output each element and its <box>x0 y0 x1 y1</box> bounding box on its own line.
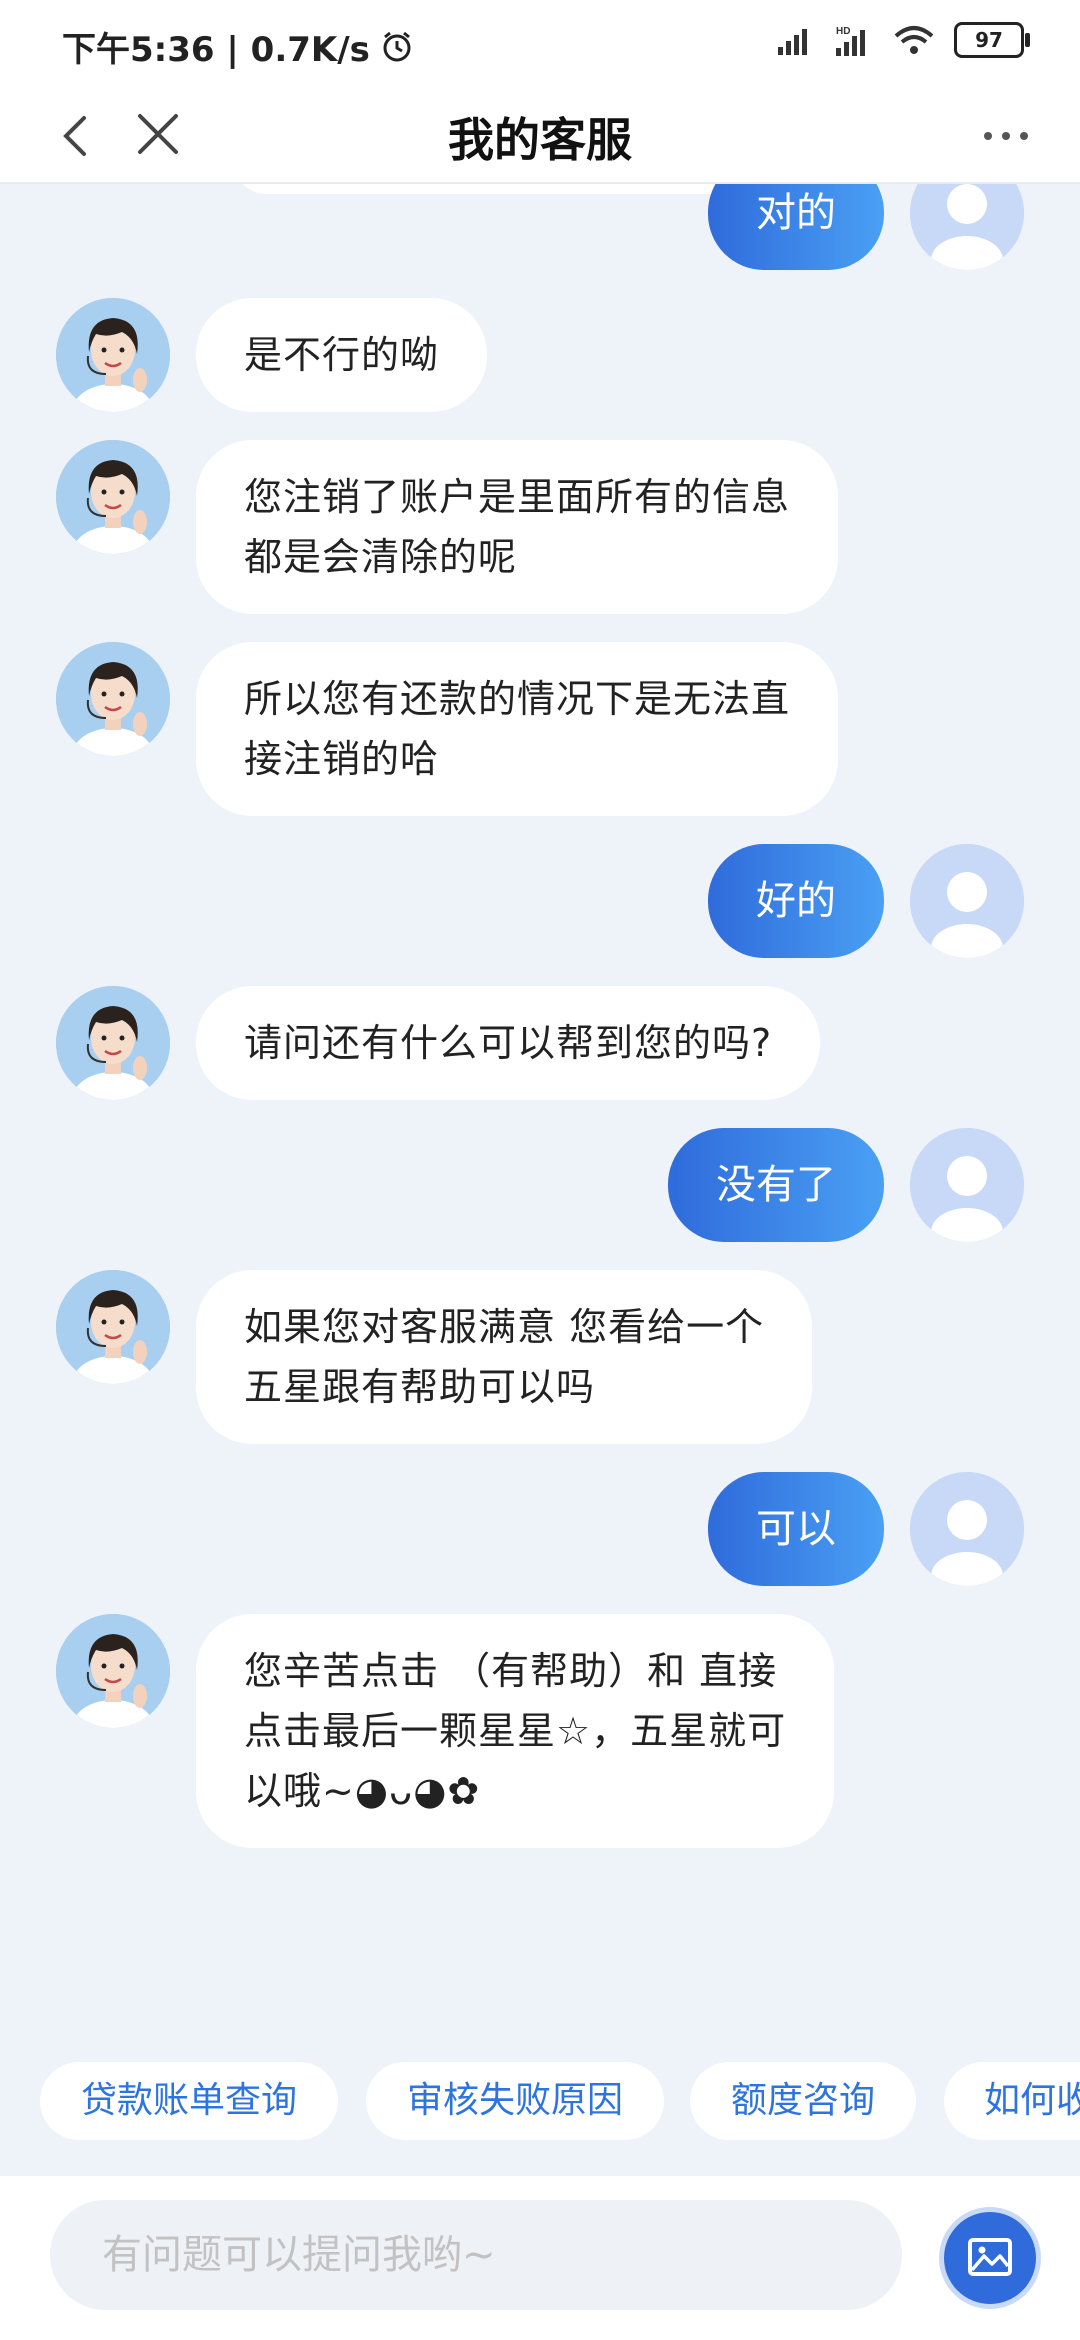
quick-reply-chip[interactable]: 审核失败原因 <box>366 2062 664 2140</box>
message-text-line: 请问还有什么可以帮到您的吗? <box>244 1021 773 1065</box>
agent-avatar[interactable] <box>56 1270 170 1384</box>
agent-avatar[interactable] <box>56 298 170 412</box>
user-message-bubble[interactable]: 可以 <box>708 1472 884 1586</box>
user-message-bubble[interactable]: 没有了 <box>668 1128 884 1242</box>
agent-avatar-image <box>56 1614 170 1728</box>
image-icon <box>968 2238 1012 2276</box>
message-text-line: 都是会清除的呢 <box>244 535 518 579</box>
status-left: 下午5:36 | 0.7K/s <box>62 22 414 71</box>
message-text-line: 五星跟有帮助可以吗 <box>244 1365 596 1409</box>
agent-message-row: 您注销了账户是里面所有的信息 都是会清除的呢 <box>0 440 1080 614</box>
user-avatar[interactable] <box>910 1128 1024 1242</box>
chat-area[interactable]: 对的 是不行的呦 您注销了账户是里面所有的信息 都是会清除的呢 所以您有还款的情况下是无… <box>0 184 1080 2060</box>
agent-message-row: 是不行的呦 <box>0 298 1080 412</box>
agent-message-bubble[interactable]: 请问还有什么可以帮到您的吗? <box>196 986 821 1100</box>
alarm-icon <box>383 31 411 61</box>
user-avatar[interactable] <box>910 1472 1024 1586</box>
agent-avatar[interactable] <box>56 440 170 554</box>
agent-message-bubble[interactable]: 是不行的呦 <box>196 298 488 412</box>
signal-hd-icon: HD <box>836 26 865 56</box>
agent-avatar-image <box>56 986 170 1100</box>
message-text-line: 所以您有还款的情况下是无法直 <box>244 677 791 721</box>
message-text-line: 以哦~◕ᴗ◕✿ <box>244 1769 481 1813</box>
agent-message-bubble[interactable]: 所以您有还款的情况下是无法直 接注销的哈 <box>196 642 839 816</box>
quick-reply-bar[interactable]: 贷款账单查询 审核失败原因 额度咨询 如何收 <box>0 2062 1080 2148</box>
agent-avatar[interactable] <box>56 642 170 756</box>
user-avatar-image <box>910 844 1024 958</box>
svg-text:HD: HD <box>836 26 850 37</box>
quick-reply-chip[interactable]: 贷款账单查询 <box>40 2062 338 2140</box>
app-header: 我的客服 <box>0 90 1080 184</box>
agent-message-row: 请问还有什么可以帮到您的吗? <box>0 986 1080 1100</box>
user-message-row: 没有了 <box>0 1128 1080 1242</box>
message-text-line: 如果您对客服满意 您看给一个 <box>244 1305 765 1349</box>
user-message-row: 可以 <box>0 1472 1080 1586</box>
input-bar <box>0 2176 1080 2340</box>
agent-avatar[interactable] <box>56 986 170 1100</box>
message-input[interactable] <box>50 2200 902 2310</box>
status-bar: 下午5:36 | 0.7K/s HD 97 <box>0 0 1080 90</box>
status-right: HD 97 <box>776 22 1030 58</box>
agent-message-bubble[interactable]: 您辛苦点击 （有帮助）和 直接 点击最后一颗星星☆，五星就可 以哦~◕ᴗ◕✿ <box>196 1614 835 1848</box>
wifi-icon <box>894 26 934 54</box>
user-message-row: 好的 <box>0 844 1080 958</box>
signal-icon <box>778 29 807 55</box>
agent-message-row: 如果您对客服满意 您看给一个 五星跟有帮助可以吗 <box>0 1270 1080 1444</box>
quick-reply-chip[interactable]: 额度咨询 <box>690 2062 916 2140</box>
agent-message-row: 所以您有还款的情况下是无法直 接注销的哈 <box>0 642 1080 816</box>
agent-message-row: 您辛苦点击 （有帮助）和 直接 点击最后一颗星星☆，五星就可 以哦~◕ᴗ◕✿ <box>0 1614 1080 1848</box>
user-avatar-image <box>910 1128 1024 1242</box>
user-avatar[interactable] <box>910 184 1024 270</box>
message-text-line: 是不行的呦 <box>244 333 440 377</box>
quick-reply-chip[interactable]: 如何收 <box>944 2062 1080 2140</box>
message-text-line: 接注销的哈 <box>244 737 440 781</box>
user-avatar[interactable] <box>910 844 1024 958</box>
agent-avatar-image <box>56 1270 170 1384</box>
message-text-line: 您辛苦点击 （有帮助）和 直接 <box>244 1649 778 1693</box>
user-message-row: 对的 <box>0 184 1080 270</box>
agent-avatar-image <box>56 298 170 412</box>
agent-avatar[interactable] <box>56 1614 170 1728</box>
message-text-line: 您注销了账户是里面所有的信息 <box>244 475 791 519</box>
user-avatar-image <box>910 1472 1024 1586</box>
agent-message-bubble[interactable]: 如果您对客服满意 您看给一个 五星跟有帮助可以吗 <box>196 1270 813 1444</box>
status-time: 下午5:36 | 0.7K/s <box>62 30 370 70</box>
more-dots-icon[interactable] <box>976 108 1036 164</box>
image-upload-button[interactable] <box>944 2212 1036 2304</box>
user-avatar-image <box>910 184 1024 270</box>
user-message-bubble[interactable]: 好的 <box>708 844 884 958</box>
user-message-bubble[interactable]: 对的 <box>708 184 884 270</box>
page-title: 我的客服 <box>448 113 632 167</box>
agent-message-bubble[interactable]: 您注销了账户是里面所有的信息 都是会清除的呢 <box>196 440 839 614</box>
message-text-line: 点击最后一颗星星☆，五星就可 <box>244 1709 787 1753</box>
agent-avatar-image <box>56 642 170 756</box>
battery-indicator: 97 <box>954 22 1030 58</box>
agent-avatar-image <box>56 440 170 554</box>
